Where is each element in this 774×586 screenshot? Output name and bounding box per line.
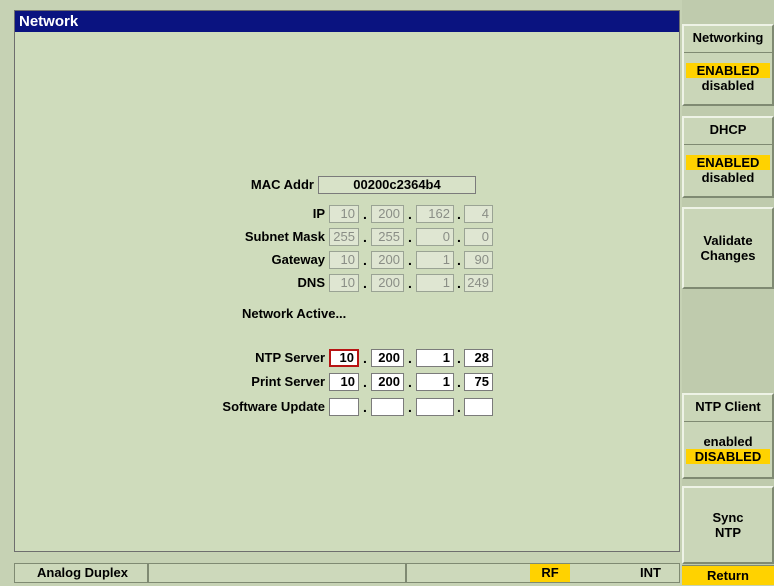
- update-octet-3[interactable]: [416, 398, 454, 416]
- ntp-octet-1[interactable]: 10: [329, 349, 359, 367]
- print-server-label: Print Server: [251, 374, 325, 389]
- update-octet-2[interactable]: [371, 398, 404, 416]
- mode-indicator: Analog Duplex: [14, 563, 148, 583]
- ntp-client-enabled-option: enabled: [703, 434, 753, 449]
- network-status: Network Active...: [242, 306, 347, 321]
- mac-label: MAC Addr: [250, 177, 314, 192]
- mask-octet-3: 0: [416, 228, 454, 246]
- update-dot: .: [363, 399, 367, 415]
- dns-octet-3: 1: [416, 274, 454, 292]
- sync-line1: Sync: [712, 510, 744, 525]
- dns-dot: .: [363, 275, 367, 291]
- ip-dot: .: [408, 206, 412, 222]
- print-octet-4[interactable]: 75: [464, 373, 493, 391]
- subnet-mask-label: Subnet Mask: [244, 229, 325, 244]
- dhcp-softkey[interactable]: DHCP ENABLED disabled: [682, 116, 774, 198]
- gateway-octet-1: 10: [329, 251, 359, 269]
- ntp-client-disabled-option: DISABLED: [686, 449, 770, 464]
- mask-octet-4: 0: [464, 228, 493, 246]
- gateway-octet-2: 200: [371, 251, 404, 269]
- update-octet-1[interactable]: [329, 398, 359, 416]
- software-update-label: Software Update: [222, 399, 325, 414]
- dhcp-disabled-option: disabled: [701, 170, 755, 185]
- ip-octet-2: 200: [371, 205, 404, 223]
- status-cell-empty: [148, 563, 406, 583]
- ip-octet-4: 4: [464, 205, 493, 223]
- gateway-dot: .: [408, 252, 412, 268]
- ntp-server-label: NTP Server: [255, 350, 325, 365]
- print-octet-2[interactable]: 200: [371, 373, 404, 391]
- print-dot: .: [363, 374, 367, 390]
- networking-enabled-option: ENABLED: [686, 63, 770, 78]
- mask-octet-1: 255: [329, 228, 359, 246]
- mask-dot: .: [408, 229, 412, 245]
- status-bar: Analog Duplex RF INT: [14, 563, 680, 583]
- networking-disabled-option: disabled: [701, 78, 755, 93]
- print-dot: .: [457, 374, 461, 390]
- validate-changes-softkey[interactable]: Validate Changes: [682, 207, 774, 289]
- gateway-label: Gateway: [271, 252, 325, 267]
- ntp-dot: .: [457, 350, 461, 366]
- mac-address-field: 00200c2364b4: [318, 176, 476, 194]
- mask-dot: .: [363, 229, 367, 245]
- window-title: Network: [15, 11, 679, 32]
- ip-dot: .: [363, 206, 367, 222]
- gateway-dot: .: [457, 252, 461, 268]
- print-dot: .: [408, 374, 412, 390]
- networking-softkey[interactable]: Networking ENABLED disabled: [682, 24, 774, 106]
- networking-label: Networking: [684, 26, 772, 53]
- ip-octet-1: 10: [329, 205, 359, 223]
- mask-octet-2: 255: [371, 228, 404, 246]
- dns-dot: .: [408, 275, 412, 291]
- dns-octet-1: 10: [329, 274, 359, 292]
- sync-line2: NTP: [715, 525, 741, 540]
- return-button[interactable]: Return: [682, 565, 774, 585]
- update-octet-4[interactable]: [464, 398, 493, 416]
- dns-dot: .: [457, 275, 461, 291]
- mask-dot: .: [457, 229, 461, 245]
- update-dot: .: [457, 399, 461, 415]
- ntp-octet-2[interactable]: 200: [371, 349, 404, 367]
- ntp-client-label: NTP Client: [684, 395, 772, 422]
- dhcp-enabled-option: ENABLED: [686, 155, 770, 170]
- gateway-octet-4: 90: [464, 251, 493, 269]
- dns-label: DNS: [297, 275, 325, 290]
- print-octet-1[interactable]: 10: [329, 373, 359, 391]
- ip-label: IP: [312, 206, 325, 221]
- update-dot: .: [408, 399, 412, 415]
- gateway-octet-3: 1: [416, 251, 454, 269]
- ip-dot: .: [457, 206, 461, 222]
- ntp-octet-4[interactable]: 28: [464, 349, 493, 367]
- dns-octet-4: 249: [464, 274, 493, 292]
- dhcp-label: DHCP: [684, 118, 772, 145]
- rf-indicator: RF: [530, 564, 570, 582]
- ip-octet-3: 162: [416, 205, 454, 223]
- gateway-dot: .: [363, 252, 367, 268]
- int-indicator: INT: [640, 565, 661, 580]
- dns-octet-2: 200: [371, 274, 404, 292]
- sync-ntp-softkey[interactable]: Sync NTP: [682, 486, 774, 564]
- validate-line2: Changes: [700, 248, 756, 263]
- ntp-dot: .: [363, 350, 367, 366]
- ntp-octet-3[interactable]: 1: [416, 349, 454, 367]
- ntp-dot: .: [408, 350, 412, 366]
- ntp-client-softkey[interactable]: NTP Client enabled DISABLED: [682, 393, 774, 479]
- print-octet-3[interactable]: 1: [416, 373, 454, 391]
- validate-line1: Validate: [703, 233, 753, 248]
